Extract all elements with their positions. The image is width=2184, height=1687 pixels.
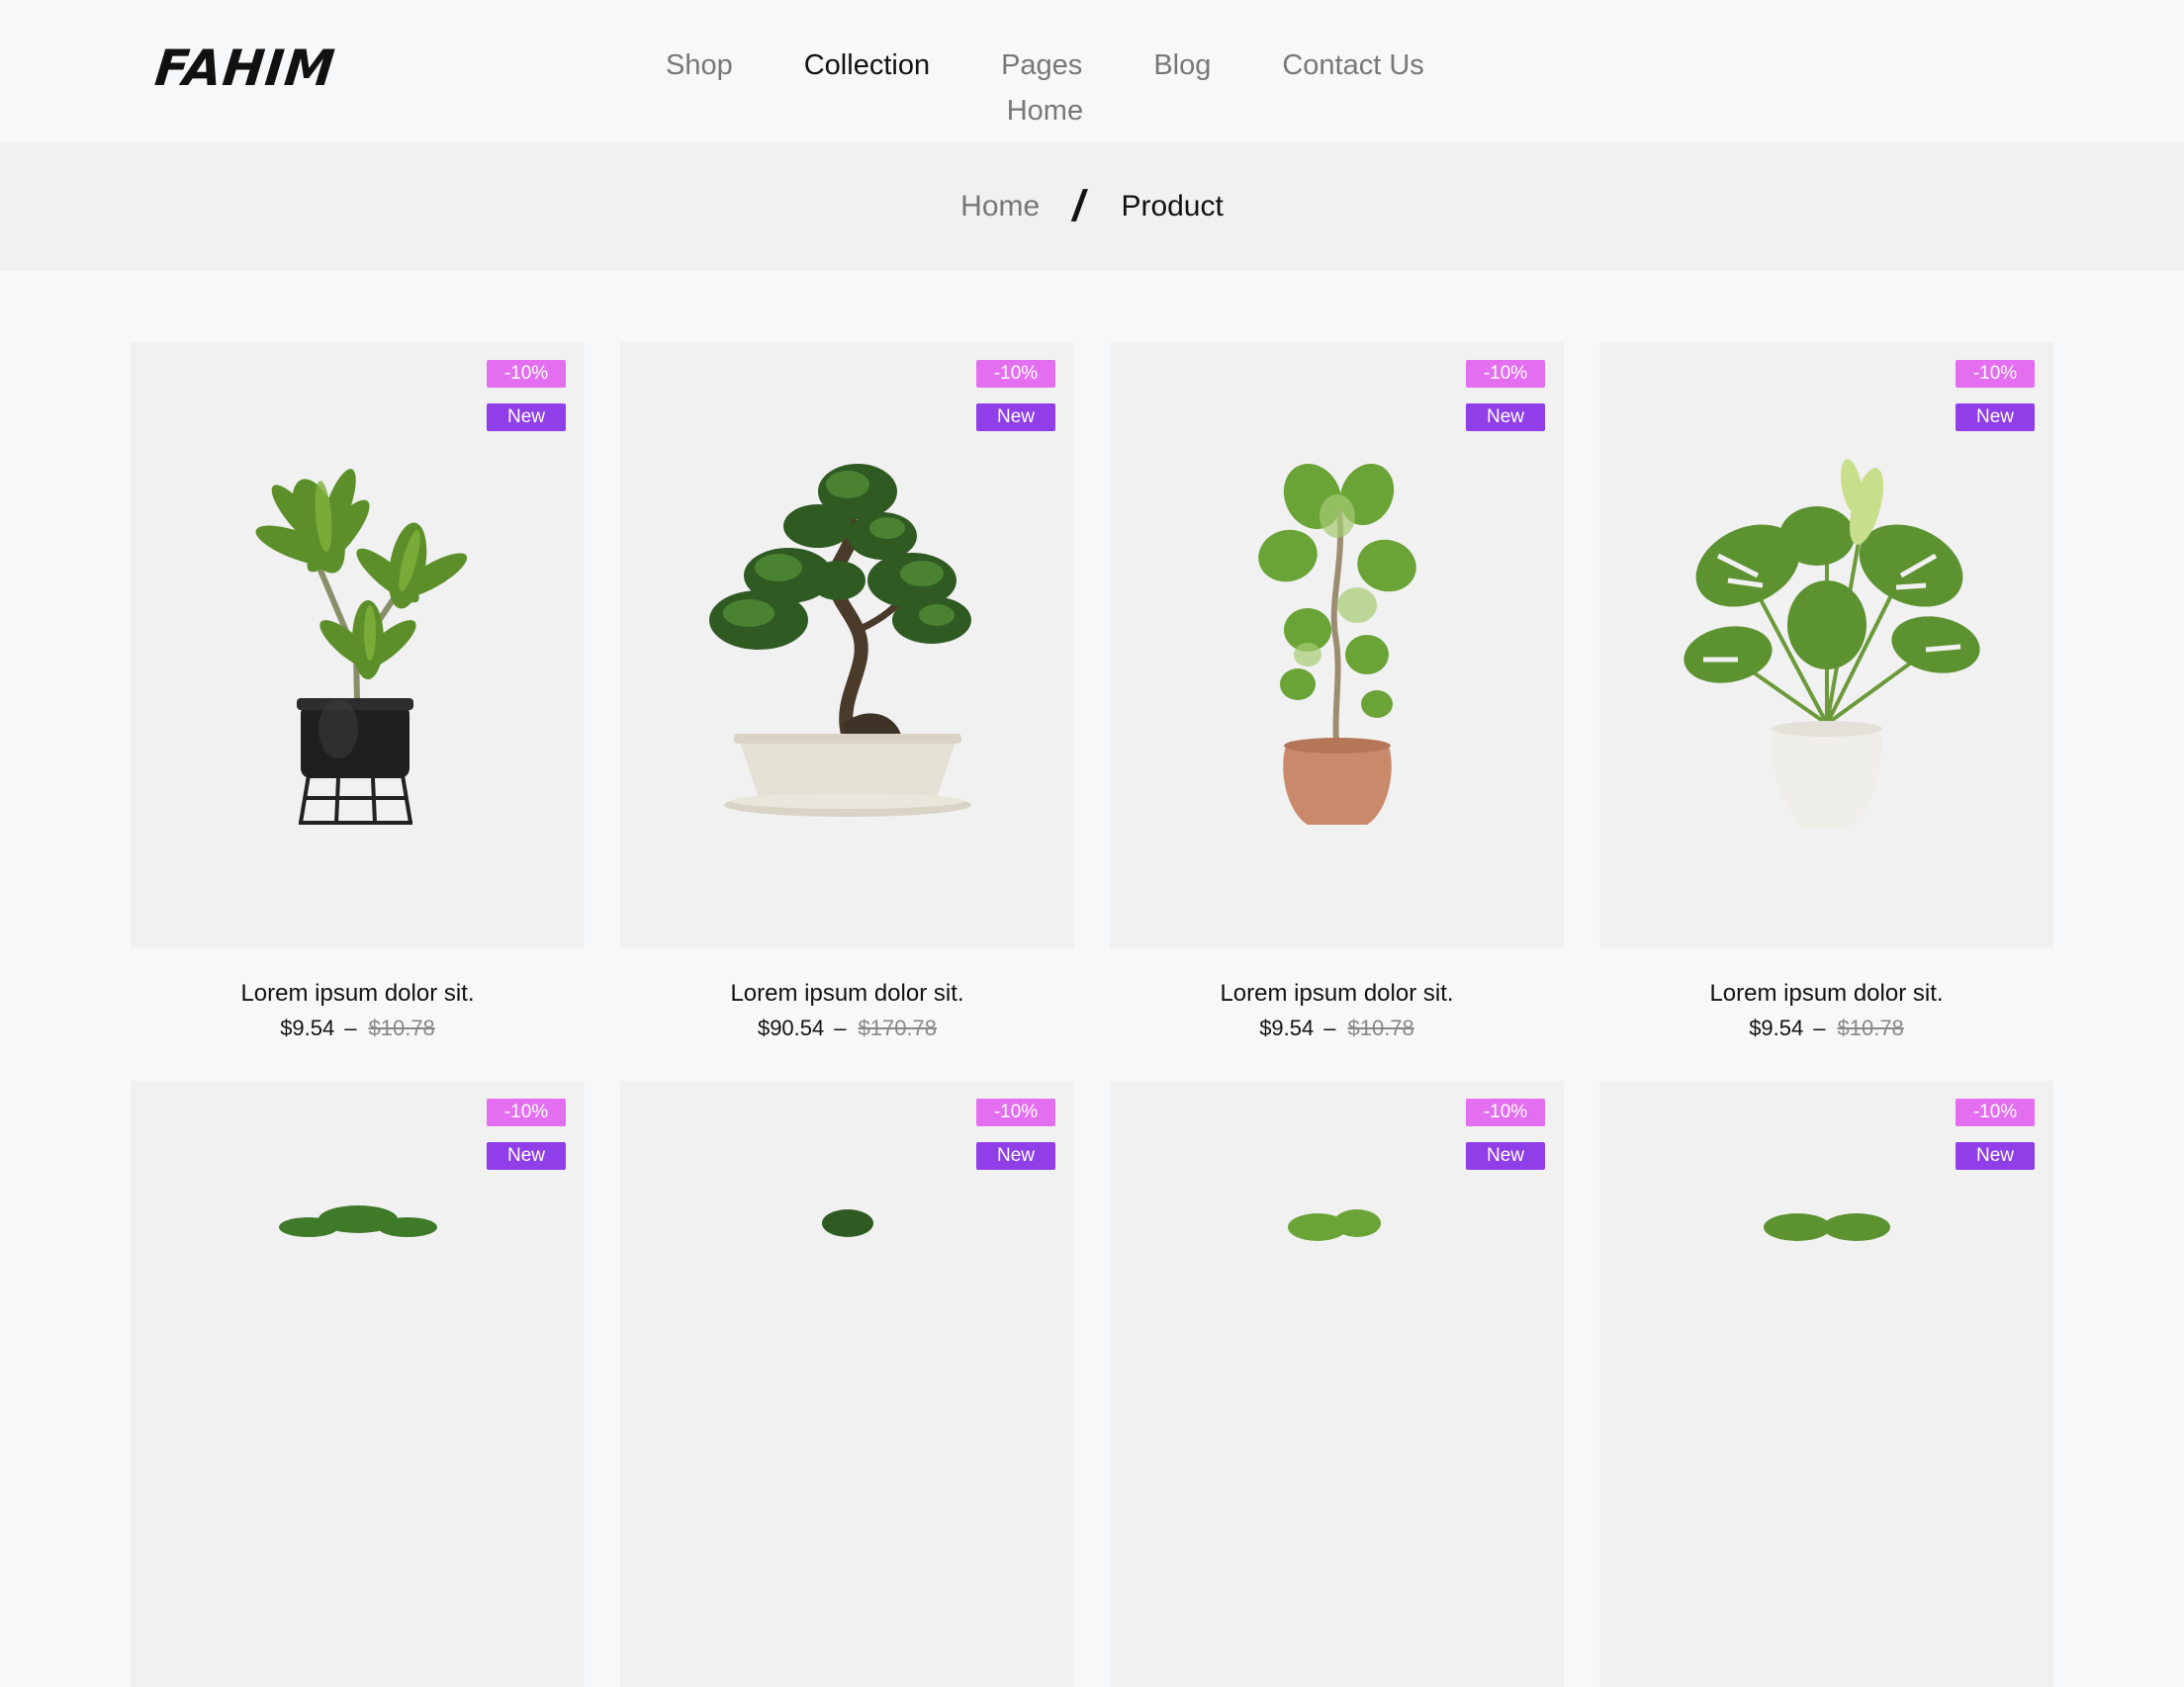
old-price: $10.78 [368, 1016, 435, 1040]
product-price-row: $9.54– $10.78 [131, 1016, 585, 1041]
product-image-area[interactable]: -10% New [620, 1081, 1074, 1687]
current-price: $9.54 [1749, 1016, 1804, 1040]
price-dash: – [1813, 1016, 1826, 1040]
monstera-white-pot-icon [1683, 459, 1980, 829]
discount-badge: -10% [976, 360, 1055, 388]
badge-group: -10% New [1466, 360, 1545, 431]
nav-blog[interactable]: Blog [1153, 45, 1211, 85]
price-dash: – [1323, 1016, 1336, 1040]
badge-group: -10% New [976, 1099, 1055, 1170]
product-card[interactable]: -10% New [1110, 342, 1564, 1041]
discount-badge: -10% [1466, 360, 1545, 388]
fiddle-leaf-fig-icon [1257, 463, 1416, 825]
product-image-area[interactable]: -10% New [131, 342, 585, 948]
new-badge: New [487, 1142, 566, 1170]
old-price: $10.78 [1347, 1016, 1414, 1040]
bonsai-icon [708, 464, 971, 817]
product-grid: -10% New Lorem ipsum dolor sit. $9.54 – … [131, 342, 2053, 1687]
product-image-area[interactable]: -10% New [1599, 1081, 2053, 1687]
breadcrumb-bar: Home / Product [0, 141, 2184, 271]
discount-badge: -10% [1956, 360, 2035, 388]
product-title[interactable]: Lorem ipsum dolor sit. [1110, 978, 1564, 1010]
current-price: $9.54 [1259, 1016, 1315, 1040]
product-price-row: $90.54– $170.78 [620, 1016, 1074, 1041]
discount-badge: -10% [976, 1099, 1055, 1126]
badge-group: -10% New [1956, 360, 2035, 431]
current-price: $90.54 [757, 1016, 825, 1040]
nav-contact-us[interactable]: Contact Us [1282, 45, 1423, 85]
discount-badge: -10% [487, 360, 566, 388]
breadcrumb-home[interactable]: Home [960, 190, 1040, 223]
new-badge: New [1956, 1142, 2035, 1170]
product-price-row: $9.54– $10.78 [1599, 1016, 2053, 1041]
product-card[interactable]: -10% New [131, 1081, 585, 1687]
new-badge: New [1956, 403, 2035, 431]
nav-shop[interactable]: Shop [666, 45, 733, 85]
badge-group: -10% New [1466, 1099, 1545, 1170]
product-price-row: $9.54– $10.78 [1110, 1016, 1564, 1041]
discount-badge: -10% [487, 1099, 566, 1126]
new-badge: New [1466, 403, 1545, 431]
plant-icon [278, 1205, 437, 1237]
price-dash: – [344, 1016, 357, 1040]
nav-collection[interactable]: Collection [804, 45, 930, 85]
breadcrumb-separator: / [1068, 181, 1090, 230]
product-info: Lorem ipsum dolor sit. $90.54– $170.78 [620, 948, 1074, 1041]
product-card[interactable]: -10% New [1599, 1081, 2053, 1687]
site-header: FAHIM Home Shop Collection Pages Blog Co… [0, 0, 2184, 141]
nav-pages[interactable]: Pages [1001, 45, 1082, 85]
new-badge: New [487, 403, 566, 431]
product-image-area[interactable]: -10% New [1599, 342, 2053, 948]
discount-badge: -10% [1956, 1099, 2035, 1126]
plant-icon [1763, 1213, 1890, 1241]
old-price: $170.78 [858, 1016, 938, 1040]
new-badge: New [1466, 1142, 1545, 1170]
product-info: Lorem ipsum dolor sit. $9.54– $10.78 [1110, 948, 1564, 1041]
product-title[interactable]: Lorem ipsum dolor sit. [1599, 978, 2053, 1010]
product-image-area[interactable]: -10% New [131, 1081, 585, 1687]
old-price: $10.78 [1837, 1016, 1904, 1040]
badge-group: -10% New [487, 1099, 566, 1170]
product-card[interactable]: -10% New [620, 342, 1074, 1041]
product-card[interactable]: -10% New [1110, 1081, 1564, 1687]
new-badge: New [976, 1142, 1055, 1170]
plant-icon [821, 1209, 873, 1237]
badge-group: -10% New [1956, 1099, 2035, 1170]
product-card[interactable]: -10% New [620, 1081, 1074, 1687]
breadcrumb-current: Product [1121, 189, 1224, 222]
product-info: Lorem ipsum dolor sit. $9.54– $10.78 [131, 948, 585, 1041]
product-image-area[interactable]: -10% New [1110, 342, 1564, 948]
dracaena-black-pot-icon [255, 469, 467, 825]
price-dash: – [834, 1016, 847, 1040]
site-logo[interactable]: FAHIM [152, 40, 338, 97]
new-badge: New [976, 403, 1055, 431]
product-title[interactable]: Lorem ipsum dolor sit. [620, 978, 1074, 1010]
main-nav: Home Shop Collection Pages Blog Contact … [666, 45, 1424, 127]
product-image-area[interactable]: -10% New [620, 342, 1074, 948]
breadcrumb: Home / Product [0, 141, 2184, 271]
badge-group: -10% New [487, 360, 566, 431]
nav-home[interactable]: Home [666, 91, 1424, 131]
product-image-area[interactable]: -10% New [1110, 1081, 1564, 1687]
badge-group: -10% New [976, 360, 1055, 431]
current-price: $9.54 [280, 1016, 335, 1040]
product-info: Lorem ipsum dolor sit. $9.54– $10.78 [1599, 948, 2053, 1041]
plant-icon [1287, 1209, 1381, 1241]
discount-badge: -10% [1466, 1099, 1545, 1126]
product-card[interactable]: -10% New [1599, 342, 2053, 1041]
product-card[interactable]: -10% New [131, 342, 585, 1041]
product-title[interactable]: Lorem ipsum dolor sit. [131, 978, 585, 1010]
